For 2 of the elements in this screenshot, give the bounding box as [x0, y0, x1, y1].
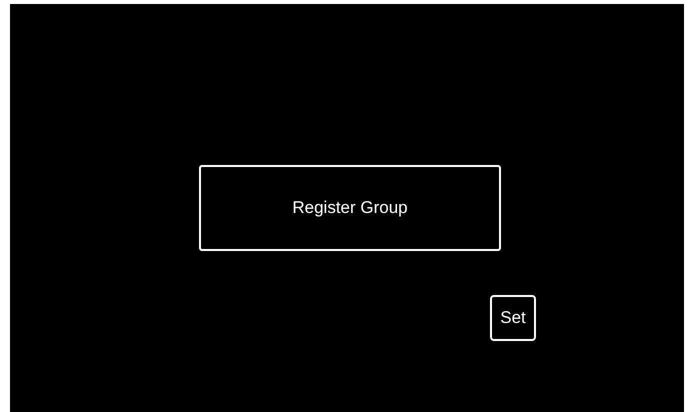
set-button[interactable]: Set [490, 295, 536, 341]
register-group-button[interactable]: Register Group [199, 165, 501, 251]
